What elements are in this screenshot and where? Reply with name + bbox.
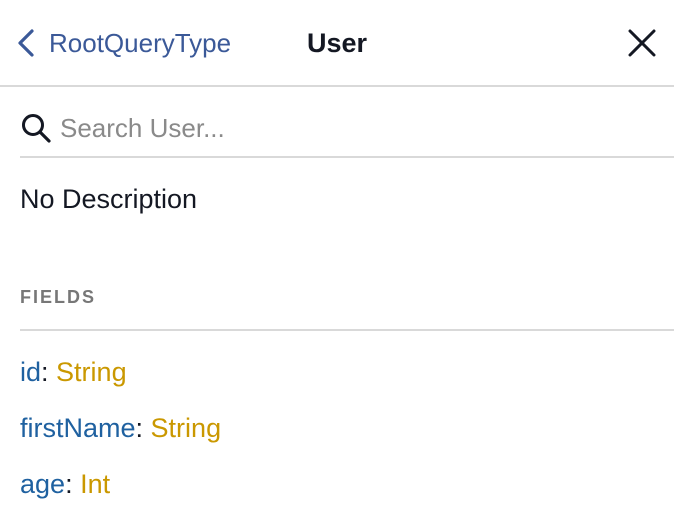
doc-explorer-title-bar: RootQueryType User [0,0,674,87]
search-icon [20,112,52,144]
back-link-label: RootQueryType [49,27,232,58]
field-row-age: age: Int [20,466,221,520]
search-box [20,100,674,158]
field-row-id: id: String [20,354,221,410]
fields-list: id: String firstName: String age: Int [20,354,221,520]
field-row-firstName: firstName: String [20,410,221,466]
field-colon: : [135,413,144,443]
field-name-link[interactable]: firstName [20,413,136,443]
field-type-link[interactable]: String [56,357,127,387]
fields-section-title: FIELDS [20,287,97,307]
field-colon: : [41,357,49,387]
field-type-link[interactable]: String [151,413,222,443]
section-divider [20,329,674,331]
chevron-left-icon [14,28,38,58]
field-name-link[interactable]: id [20,357,41,387]
field-colon: : [65,469,73,499]
type-description: No Description [20,184,198,214]
close-button[interactable] [626,27,658,59]
doc-explorer: RootQueryType User No Description FIELDS… [0,0,674,520]
close-icon [626,29,658,63]
back-link[interactable]: RootQueryType [14,22,231,64]
search-input[interactable] [60,112,640,144]
field-type-link[interactable]: Int [80,469,110,499]
field-name-link[interactable]: age [20,469,65,499]
